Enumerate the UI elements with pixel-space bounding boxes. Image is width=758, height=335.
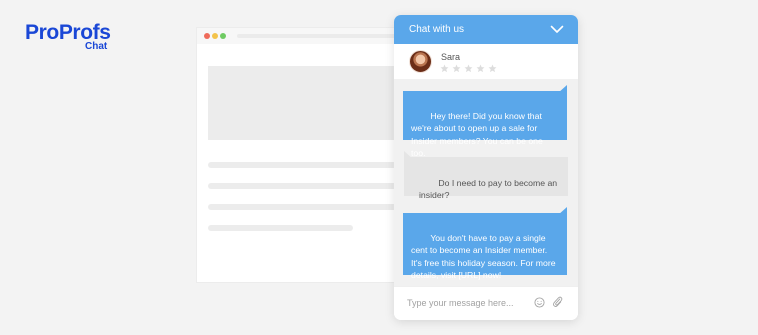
content-placeholder-line <box>208 162 398 168</box>
message-composer <box>394 286 578 320</box>
emoji-icon[interactable] <box>534 297 545 308</box>
logo-subtitle: Chat <box>85 41 108 52</box>
proprofs-chat-logo: ProProfs Chat <box>25 22 115 54</box>
agent-message-bubble: Hey there! Did you know that we're about… <box>403 91 567 158</box>
window-minimize-dot-icon <box>212 33 218 39</box>
window-close-dot-icon <box>204 33 210 39</box>
agent-message-text: Hey there! Did you know that we're about… <box>411 110 546 159</box>
chat-header-title: Chat with us <box>409 24 465 35</box>
content-placeholder-line <box>208 183 398 189</box>
content-placeholder-block <box>208 66 398 140</box>
page: ProProfs Chat Chat with us Sara Hey ther… <box>0 0 758 335</box>
content-placeholder-line <box>208 204 398 210</box>
address-bar-placeholder <box>237 34 397 38</box>
star-icon[interactable] <box>488 64 497 73</box>
paperclip-icon[interactable] <box>552 295 563 309</box>
star-icon[interactable] <box>440 64 449 73</box>
user-message-tail <box>404 151 413 159</box>
user-message-text: Do I need to pay to become an insider? <box>419 177 560 201</box>
rating-stars <box>440 64 500 74</box>
chat-widget: Chat with us Sara Hey there! Did you kno… <box>394 15 578 320</box>
window-maximize-dot-icon <box>220 33 226 39</box>
star-icon[interactable] <box>476 64 485 73</box>
message-list[interactable]: Hey there! Did you know that we're about… <box>394 79 578 286</box>
agent-message-bubble: You don't have to pay a single cent to b… <box>403 213 567 280</box>
agent-message-tail <box>558 85 567 93</box>
chevron-down-icon[interactable] <box>550 24 564 34</box>
agent-message-text: You don't have to pay a single cent to b… <box>411 232 559 281</box>
agent-avatar <box>409 50 432 73</box>
browser-toolbar <box>197 28 405 44</box>
content-placeholder-line <box>208 225 353 231</box>
message-input[interactable] <box>407 296 527 310</box>
user-message-bubble: Do I need to pay to become an insider? <box>404 157 568 200</box>
agent-message-tail <box>558 207 567 215</box>
star-icon[interactable] <box>452 64 461 73</box>
chat-header[interactable]: Chat with us <box>394 15 578 44</box>
agent-name: Sara <box>441 52 461 62</box>
browser-mockup <box>196 27 406 283</box>
star-icon[interactable] <box>464 64 473 73</box>
